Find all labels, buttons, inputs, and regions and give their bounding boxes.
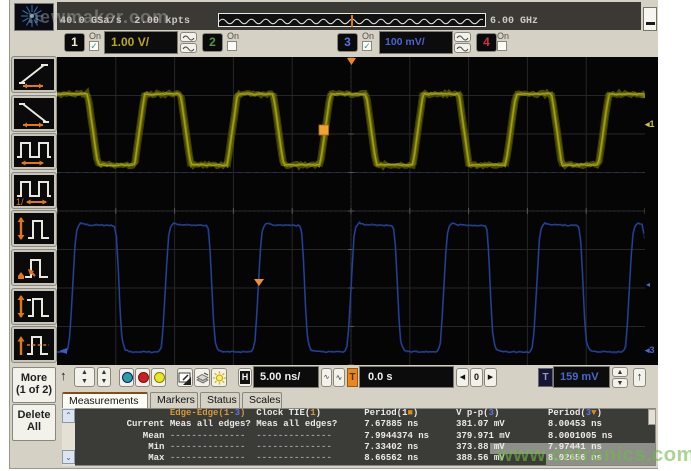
svg-text:1/: 1/ bbox=[16, 197, 24, 205]
